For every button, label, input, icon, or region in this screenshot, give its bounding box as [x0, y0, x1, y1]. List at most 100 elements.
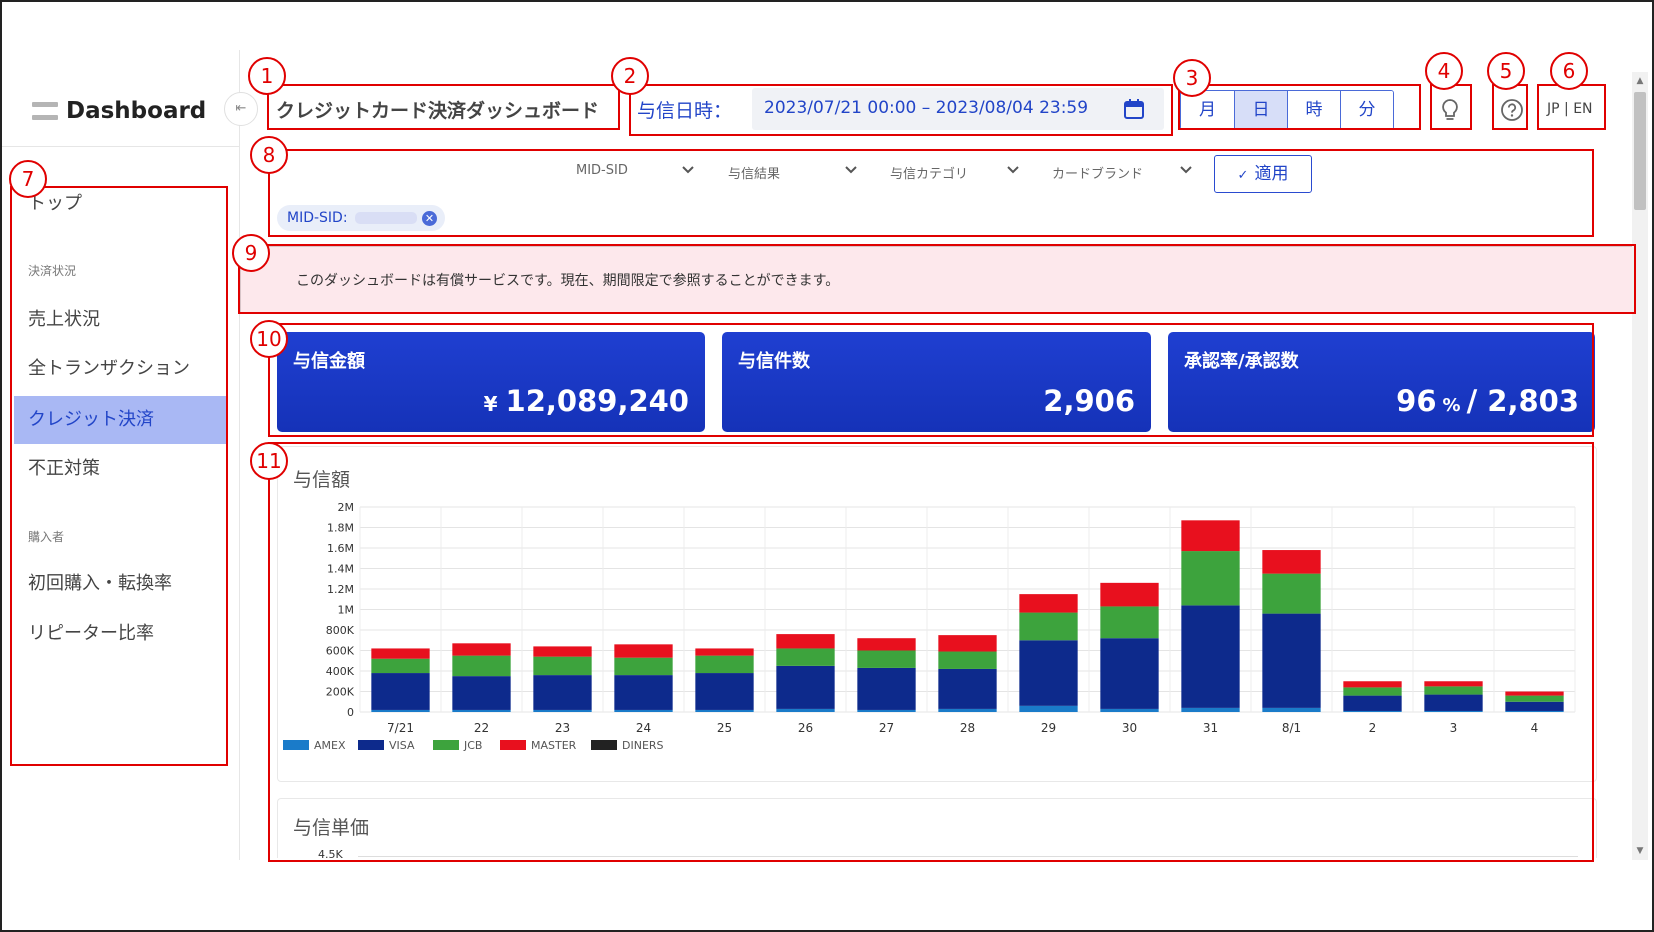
bar-segment-visa [1262, 613, 1321, 708]
sidebar-item-credit[interactable]: クレジット決済 [14, 396, 226, 444]
chevron-down-icon[interactable] [682, 165, 694, 175]
x-tick-label: 24 [636, 721, 651, 735]
bar-segment-amex [1100, 708, 1159, 712]
bar-segment-amex [857, 709, 916, 712]
granularity-hour-button[interactable]: 時 [1287, 91, 1340, 129]
x-tick-label: 28 [960, 721, 975, 735]
sidebar-section-payment: 決済状況 [28, 264, 77, 278]
granularity-toggle: 月 日 時 分 [1180, 90, 1394, 130]
filter-auth-result[interactable]: 与信結果 [728, 163, 780, 182]
x-tick-label: 25 [717, 721, 732, 735]
sidebar-item-all-transactions[interactable]: 全トランザクション [14, 345, 226, 393]
kpi-value: ¥12,089,240 [484, 384, 689, 418]
annotation-number: 6 [1550, 52, 1588, 90]
bar-segment-amex [1262, 707, 1321, 712]
bar-segment-jcb [938, 651, 997, 669]
scroll-down-icon[interactable]: ▼ [1634, 846, 1646, 856]
date-range-picker[interactable]: 2023/07/21 00:00 – 2023/08/04 23:59 [752, 88, 1164, 130]
bar-segment-master [1343, 681, 1402, 688]
annotation-number: 3 [1173, 59, 1211, 97]
annotation-number: 1 [248, 57, 286, 95]
x-tick-label: 3 [1450, 721, 1458, 735]
bar-segment-visa [695, 673, 754, 710]
bar-segment-amex [1505, 710, 1564, 712]
x-tick-label: 31 [1203, 721, 1218, 735]
collapse-left-icon[interactable]: ⇤ [224, 92, 258, 126]
legend-swatch-master [500, 740, 526, 750]
chevron-down-icon[interactable] [1180, 165, 1192, 175]
annotation-number: 4 [1425, 52, 1463, 90]
bar-segment-amex [776, 708, 835, 712]
y-tick-label: 200K [326, 686, 355, 699]
apply-button[interactable]: ✓ 適用 [1214, 155, 1312, 193]
filter-auth-category[interactable]: 与信カテゴリ [890, 163, 968, 182]
x-tick-label: 2 [1369, 721, 1377, 735]
sidebar-item-top[interactable]: トップ [14, 180, 226, 228]
bar-segment-visa [1424, 694, 1483, 711]
annotation-number: 10 [250, 320, 288, 358]
bar-segment-visa [776, 665, 835, 709]
legend-swatch-jcb [433, 740, 459, 750]
bar-segment-master [857, 638, 916, 651]
sidebar-item-repeater[interactable]: リピーター比率 [14, 610, 226, 658]
date-label: 与信日時： [637, 100, 733, 122]
filter-chip-mid-sid[interactable]: MID-SID: ✕ [277, 205, 445, 231]
filter-mid-sid[interactable]: MID-SID [576, 163, 628, 178]
lightbulb-icon[interactable] [1436, 96, 1464, 124]
sidebar-item-fraud[interactable]: 不正対策 [14, 445, 226, 493]
bar-segment-master [938, 635, 997, 652]
y-tick-label: 1.2M [327, 583, 354, 596]
annotation-number: 8 [250, 136, 288, 174]
bar-segment-jcb [1505, 695, 1564, 702]
check-icon: ✓ [1237, 168, 1249, 183]
chevron-down-icon[interactable] [845, 165, 857, 175]
annotation-number: 9 [232, 234, 270, 272]
bar-segment-visa [1100, 638, 1159, 709]
chart-card-unit-price [277, 798, 1597, 858]
bar-segment-master [695, 648, 754, 656]
legend-swatch-visa [358, 740, 384, 750]
bar-segment-jcb [1343, 687, 1402, 696]
bar-segment-amex [1424, 710, 1483, 712]
close-icon[interactable]: ✕ [422, 211, 437, 226]
bar-segment-jcb [1100, 606, 1159, 639]
granularity-minute-button[interactable]: 分 [1340, 91, 1393, 129]
logo[interactable]: Dashboard [32, 98, 206, 124]
bar-segment-amex [533, 709, 592, 712]
kpi-auth-amount: 与信金額 ¥12,089,240 [277, 332, 705, 432]
sidebar-item-conversion[interactable]: 初回購入・転換率 [14, 560, 226, 608]
y-tick-label: 1.4M [327, 563, 354, 576]
scrollbar-thumb[interactable] [1634, 92, 1646, 210]
y-tick-label: 1.8M [327, 522, 354, 535]
calendar-icon[interactable] [1122, 97, 1146, 121]
scroll-up-icon[interactable]: ▲ [1634, 76, 1646, 86]
bar-segment-master [1262, 550, 1321, 574]
y-tick-label: 1.6M [327, 542, 354, 555]
notice-banner: このダッシュボードは有償サービスです。現在、期間限定で参照することができます。 [240, 246, 1634, 314]
separator: / [1466, 384, 1478, 418]
y-tick-label: 400K [326, 665, 355, 678]
kpi-value: 2,906 [1043, 384, 1135, 418]
bar-segment-jcb [1262, 573, 1321, 614]
language-switch[interactable]: JP | EN [1547, 101, 1593, 117]
kpi-label: 与信件数 [738, 351, 810, 372]
bar-segment-visa [857, 667, 916, 710]
legend-swatch-amex [283, 740, 309, 750]
bar-segment-visa [452, 676, 511, 710]
stacked-bar-chart: 0 200K 400K 600K 800K 1M 1.2M 1.4M 1.6M 1.8M 2M 7/2… [283, 501, 1576, 752]
filter-card-brand[interactable]: カードブランド [1052, 163, 1143, 182]
chevron-down-icon[interactable] [1007, 165, 1019, 175]
bar-segment-master [1505, 691, 1564, 696]
x-tick-label: 23 [555, 721, 570, 735]
sidebar-item-sales[interactable]: 売上状況 [14, 296, 226, 344]
bar-segment-visa [938, 668, 997, 709]
percent-unit: % [1442, 395, 1461, 416]
legend-label: JCB [463, 739, 482, 752]
bar-segment-visa [371, 673, 430, 710]
apply-label: 適用 [1254, 164, 1289, 184]
bar-segment-amex [614, 709, 673, 712]
kpi-label: 承認率/承認数 [1184, 351, 1299, 372]
legend-label: AMEX [314, 739, 346, 752]
help-icon[interactable] [1498, 96, 1526, 124]
granularity-day-button[interactable]: 日 [1234, 91, 1287, 129]
